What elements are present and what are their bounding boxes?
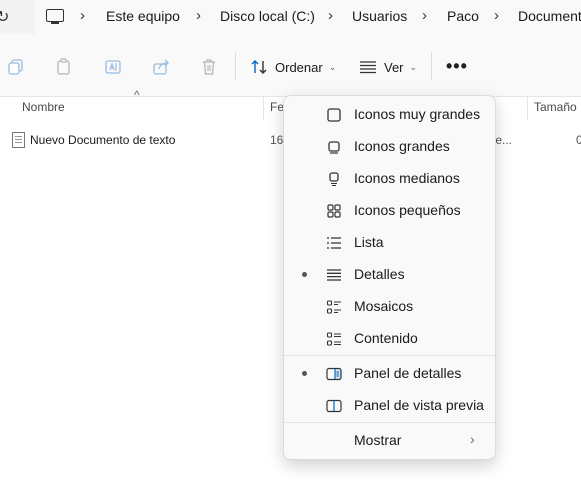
selected-indicator-icon: [302, 371, 307, 376]
chevron-right-icon[interactable]: ›: [196, 7, 201, 24]
breadcrumb-paco[interactable]: Paco: [447, 8, 479, 24]
breadcrumb-disco-local[interactable]: Disco local (C:): [220, 8, 315, 24]
medium-icons-icon: [326, 171, 342, 187]
view-icon: [359, 58, 377, 76]
menu-item-label: Iconos grandes: [354, 138, 450, 154]
tiles-icon: [326, 299, 342, 315]
file-date: 16: [270, 133, 284, 147]
menu-item-content[interactable]: Contenido: [284, 323, 495, 353]
file-size: 0: [576, 133, 581, 147]
paste-icon[interactable]: [55, 58, 73, 76]
menu-item-preview-pane[interactable]: Panel de vista previa: [284, 390, 495, 420]
chevron-right-icon: ›: [470, 431, 475, 447]
details-icon: [326, 267, 342, 283]
sort-button[interactable]: Ordenar ⌄: [250, 54, 336, 80]
menu-item-label: Lista: [354, 234, 384, 250]
menu-item-small-icons[interactable]: Iconos pequeños: [284, 195, 495, 225]
more-options-button[interactable]: •••: [446, 56, 468, 77]
delete-icon[interactable]: [200, 58, 218, 76]
copy-icon[interactable]: [7, 58, 25, 76]
details-pane-icon: [326, 366, 342, 382]
sort-ascending-indicator-icon: ^: [134, 88, 140, 102]
menu-separator: [284, 355, 495, 356]
menu-item-show[interactable]: Mostrar ›: [284, 425, 495, 455]
share-icon[interactable]: [152, 58, 170, 76]
sort-icon: [250, 58, 268, 76]
breadcrumb-usuarios[interactable]: Usuarios: [352, 8, 407, 24]
breadcrumb-documentos[interactable]: Document: [518, 8, 581, 24]
menu-item-details-pane[interactable]: Panel de detalles: [284, 358, 495, 388]
column-divider[interactable]: [527, 96, 528, 120]
menu-item-label: Contenido: [354, 330, 418, 346]
large-icons-icon: [326, 139, 342, 155]
preview-pane-icon: [326, 398, 342, 414]
column-header-name[interactable]: Nombre: [22, 100, 65, 114]
menu-item-label: Iconos pequeños: [354, 202, 461, 218]
menu-separator: [284, 422, 495, 423]
column-divider[interactable]: [263, 96, 264, 120]
view-button[interactable]: Ver ⌄: [359, 54, 417, 80]
chevron-right-icon[interactable]: ›: [422, 7, 427, 24]
toolbar-divider: [431, 52, 432, 80]
this-pc-icon[interactable]: [46, 9, 64, 24]
chevron-right-icon[interactable]: ›: [80, 7, 85, 24]
file-name[interactable]: Nuevo Documento de texto: [30, 133, 175, 147]
text-document-icon: [12, 132, 25, 148]
chevron-right-icon[interactable]: ›: [494, 7, 499, 24]
menu-item-label: Iconos medianos: [354, 170, 460, 186]
menu-item-medium-icons[interactable]: Iconos medianos: [284, 163, 495, 193]
extra-large-icons-icon: [326, 107, 342, 123]
menu-item-extra-large-icons[interactable]: Iconos muy grandes: [284, 99, 495, 129]
chevron-down-icon: ⌄: [409, 61, 418, 72]
chevron-right-icon[interactable]: ›: [328, 7, 333, 24]
refresh-icon[interactable]: ↻: [0, 7, 9, 27]
menu-item-label: Mosaicos: [354, 298, 414, 314]
menu-item-label: Detalles: [354, 266, 405, 282]
menu-item-tiles[interactable]: Mosaicos: [284, 291, 495, 321]
list-icon: [326, 235, 342, 251]
view-label: Ver: [384, 59, 404, 75]
menu-item-label: Mostrar: [354, 432, 402, 448]
column-header-date[interactable]: Fe: [270, 100, 284, 114]
breadcrumb-este-equipo[interactable]: Este equipo: [106, 8, 180, 24]
menu-item-label: Iconos muy grandes: [354, 106, 481, 122]
address-bar: ↻ › Este equipo › Disco local (C:) › Usu…: [0, 0, 581, 34]
small-icons-icon: [326, 203, 342, 219]
selected-indicator-icon: [302, 272, 307, 277]
sort-label: Ordenar: [275, 59, 323, 75]
toolbar-divider: [235, 52, 236, 80]
chevron-down-icon: ⌄: [328, 61, 337, 72]
menu-item-details[interactable]: Detalles: [284, 259, 495, 289]
content-icon: [326, 331, 342, 347]
menu-item-large-icons[interactable]: Iconos grandes: [284, 131, 495, 161]
menu-item-label: Panel de detalles: [354, 365, 462, 381]
column-header-size[interactable]: Tamaño: [534, 100, 577, 114]
command-bar: Ordenar ⌄ Ver ⌄ •••: [0, 34, 581, 97]
view-menu: Iconos muy grandes Iconos grandes Iconos…: [283, 95, 496, 460]
menu-item-list[interactable]: Lista: [284, 227, 495, 257]
menu-item-label: Panel de vista previa: [354, 397, 484, 413]
rename-icon[interactable]: [104, 58, 122, 76]
